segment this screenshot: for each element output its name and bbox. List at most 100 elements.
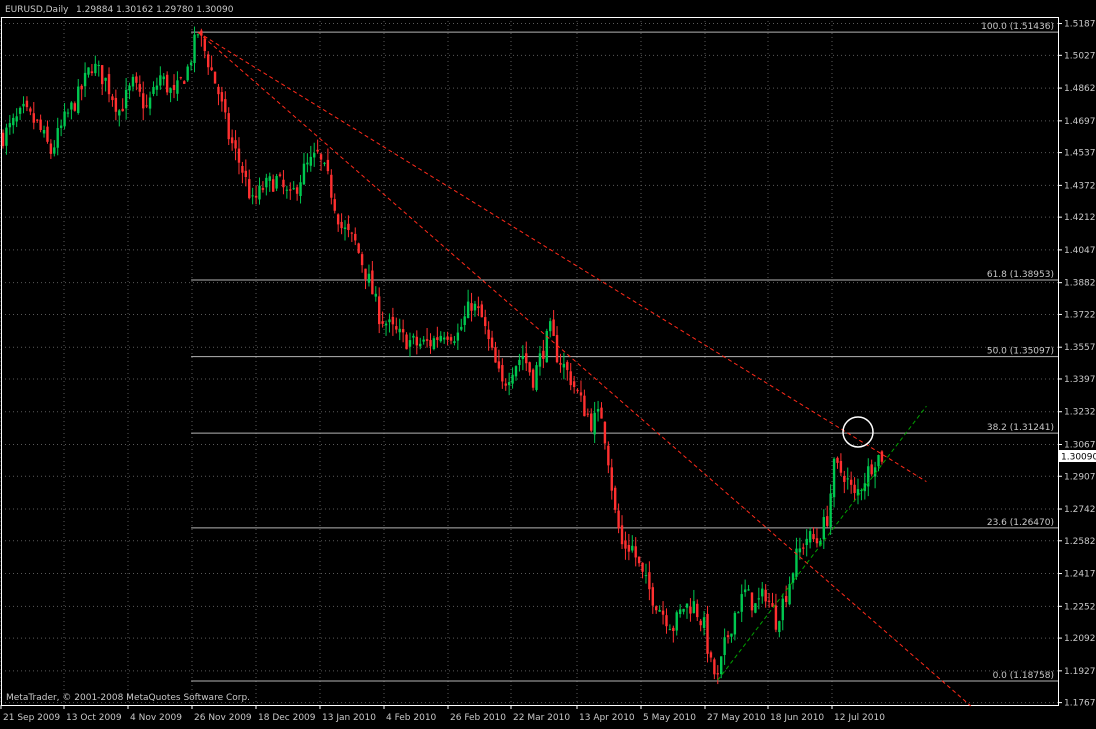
candle-body	[340, 221, 343, 229]
candle-body	[665, 615, 668, 627]
candle-body	[336, 214, 340, 225]
candle-body	[77, 86, 80, 113]
candle-body	[781, 598, 784, 621]
candle-body	[497, 361, 501, 369]
candle-body	[583, 395, 586, 417]
candle-body	[189, 62, 193, 66]
candle-body	[415, 336, 419, 346]
candle-body	[559, 362, 562, 365]
candle-body	[542, 350, 545, 359]
candle-body	[258, 185, 261, 200]
candle	[357, 242, 360, 254]
fib-label: 50.0 (1.35097)	[987, 347, 1054, 357]
y-tick-label: 1.45370	[1064, 149, 1096, 159]
candle-body	[846, 478, 849, 480]
candle-body	[224, 99, 227, 113]
candle-body	[596, 409, 600, 412]
chart-area[interactable]: 1.51870 1.50270 1.48620 1.46970 1.45370 1.437…	[0, 0, 1096, 725]
candle-body	[504, 383, 507, 386]
candle-body	[367, 273, 371, 283]
candle-body	[121, 108, 124, 112]
candle-body	[579, 392, 583, 396]
candle-body	[326, 159, 330, 172]
candle-body	[323, 162, 326, 164]
candle-body	[165, 74, 169, 93]
candle-body	[521, 355, 525, 359]
candle-body	[53, 147, 56, 154]
candle-body	[80, 85, 83, 90]
candle-body	[562, 363, 566, 368]
candle-body	[620, 525, 624, 545]
candle-body	[203, 38, 206, 52]
candle-body	[299, 182, 302, 197]
candle-body	[49, 143, 53, 154]
candle-body	[446, 336, 449, 340]
candle-body	[552, 319, 555, 336]
candle-body	[87, 67, 90, 75]
candle	[186, 64, 189, 82]
y-tick-label: 1.50270	[1064, 51, 1096, 61]
candle-body	[788, 584, 791, 605]
candle-body	[849, 479, 853, 485]
candle-body	[535, 365, 538, 390]
x-tick-label: 26 Nov 2009	[194, 713, 252, 723]
candle-body	[8, 123, 12, 128]
candle-body	[880, 451, 884, 462]
candle-body	[419, 343, 422, 347]
candle-body	[207, 54, 210, 68]
candle-body	[706, 613, 709, 654]
candle-body	[473, 303, 477, 311]
candle-body	[217, 86, 220, 95]
candle-body	[63, 111, 66, 127]
candle-body	[124, 89, 128, 109]
candle-body	[384, 323, 388, 326]
candle-body	[179, 77, 183, 79]
candle-body	[747, 589, 750, 591]
candle-body	[870, 464, 873, 475]
candle-body	[692, 601, 696, 613]
candle-body	[176, 80, 179, 94]
candle-body	[388, 319, 391, 323]
candle-body	[32, 113, 35, 123]
candle-body	[518, 359, 521, 366]
candle-body	[545, 330, 548, 363]
candle-body	[672, 627, 675, 632]
candle-body	[617, 510, 620, 529]
y-tick-label: 1.38820	[1064, 279, 1096, 289]
candle-body	[12, 117, 15, 126]
candle-body	[733, 612, 737, 635]
candle-body	[381, 321, 384, 324]
candle-body	[590, 413, 593, 431]
candle-body	[405, 334, 408, 350]
candle-body	[193, 34, 196, 64]
candle-body	[507, 382, 511, 386]
candle-body	[118, 110, 121, 116]
candle	[535, 361, 538, 392]
candle-body	[66, 112, 70, 114]
y-tick-label: 1.17670	[1064, 699, 1096, 709]
candle-body	[456, 332, 460, 341]
candle-body	[603, 421, 607, 444]
candle-body	[371, 270, 374, 295]
candle-body	[306, 162, 309, 165]
candle	[613, 485, 617, 514]
candle-body	[343, 227, 347, 229]
candle-body	[740, 594, 743, 612]
candle-body	[172, 84, 176, 91]
candle-body	[460, 326, 463, 330]
candle-body	[29, 108, 32, 112]
candle-body	[531, 369, 535, 388]
candle-body	[754, 603, 757, 613]
candle-body	[463, 316, 466, 326]
current-price-label: 1.30090	[1061, 453, 1096, 463]
candle-body	[295, 187, 299, 194]
candle-body	[696, 603, 699, 618]
candle-body	[1, 132, 5, 147]
chart-canvas[interactable]: 1.51870 1.50270 1.48620 1.46970 1.45370 1.437…	[0, 0, 1096, 725]
candle-body	[401, 329, 405, 333]
candle-body	[90, 71, 94, 74]
candle-body	[641, 562, 644, 572]
candle-body	[378, 296, 381, 325]
candle-body	[159, 75, 162, 86]
candle-body	[282, 179, 285, 188]
